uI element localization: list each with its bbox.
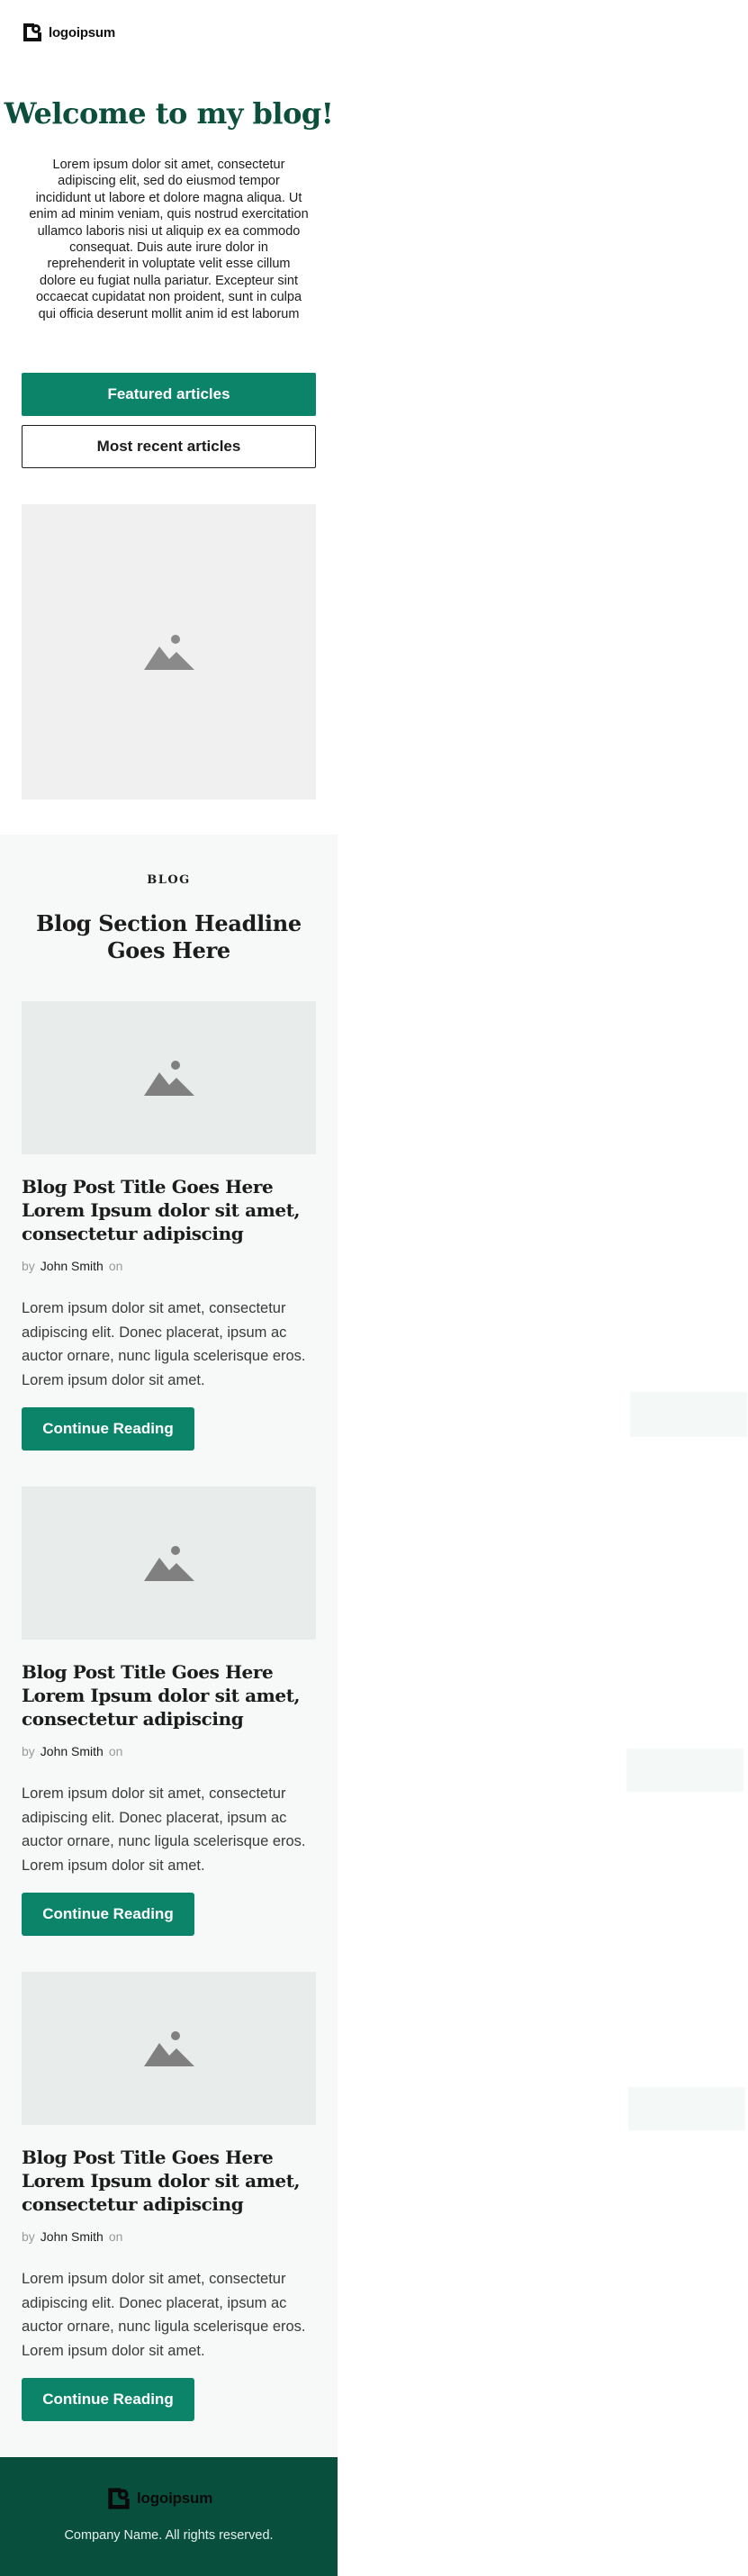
post-excerpt: Lorem ipsum dolor sit amet, consectetur … (22, 2271, 306, 2359)
continue-reading-button[interactable]: Continue Reading (22, 1893, 194, 1936)
header-logo[interactable]: logoipsum (22, 22, 115, 43)
decorative-panel (630, 1392, 747, 1437)
image-placeholder-icon (143, 1061, 194, 1096)
post-image (22, 1972, 316, 2125)
post-image (22, 1487, 316, 1640)
post-meta: by John Smith on (22, 1259, 122, 1273)
continue-reading-button[interactable]: Continue Reading (22, 2378, 194, 2421)
post-image (22, 1001, 316, 1154)
logo-mark-icon (23, 23, 41, 41)
blog-section-headline: Blog Section Headline Goes Here (36, 910, 302, 963)
image-placeholder-icon (143, 1546, 194, 1581)
image-placeholder-icon (143, 2031, 194, 2066)
post-title[interactable]: Blog Post Title Goes Here Lorem Ipsum do… (22, 1660, 323, 1731)
meta-by: by (22, 2229, 35, 2244)
post-title[interactable]: Blog Post Title Goes Here Lorem Ipsum do… (22, 1175, 323, 1245)
page-title: Welcome to my blog! (4, 96, 334, 131)
most-recent-articles-button[interactable]: Most recent articles (22, 425, 316, 468)
hero-description: Lorem ipsum dolor sit amet, consectetur … (29, 158, 309, 321)
post-excerpt: Lorem ipsum dolor sit amet, consectetur … (22, 1785, 306, 1874)
featured-articles-button[interactable]: Featured articles (22, 373, 316, 416)
blog-eyebrow: BLOG (147, 873, 191, 887)
meta-by: by (22, 1259, 35, 1273)
decorative-panel (628, 2087, 745, 2130)
post-title[interactable]: Blog Post Title Goes Here Lorem Ipsum do… (22, 2146, 323, 2216)
logo-text: logoipsum (49, 24, 116, 41)
logo-text: logoipsum (137, 2490, 213, 2507)
hero-image (22, 504, 316, 800)
post-author[interactable]: John Smith (41, 2229, 104, 2244)
continue-reading-button[interactable]: Continue Reading (22, 1407, 194, 1451)
footer-copyright: Company Name. All rights reserved. (64, 2528, 274, 2543)
meta-on: on (108, 2229, 123, 2244)
footer-logo[interactable]: logoipsum (106, 2486, 212, 2511)
footer (0, 2457, 338, 2576)
meta-by: by (22, 1744, 35, 1758)
post-meta: by John Smith on (22, 1744, 122, 1758)
decorative-panel (626, 1749, 743, 1792)
post-meta: by John Smith on (22, 2229, 122, 2244)
logo-mark-icon (108, 2488, 130, 2509)
post-author[interactable]: John Smith (41, 1744, 104, 1758)
meta-on: on (108, 1259, 123, 1273)
image-placeholder-icon (143, 635, 194, 670)
meta-on: on (108, 1744, 123, 1758)
post-excerpt: Lorem ipsum dolor sit amet, consectetur … (22, 1300, 306, 1388)
post-author[interactable]: John Smith (41, 1259, 104, 1273)
